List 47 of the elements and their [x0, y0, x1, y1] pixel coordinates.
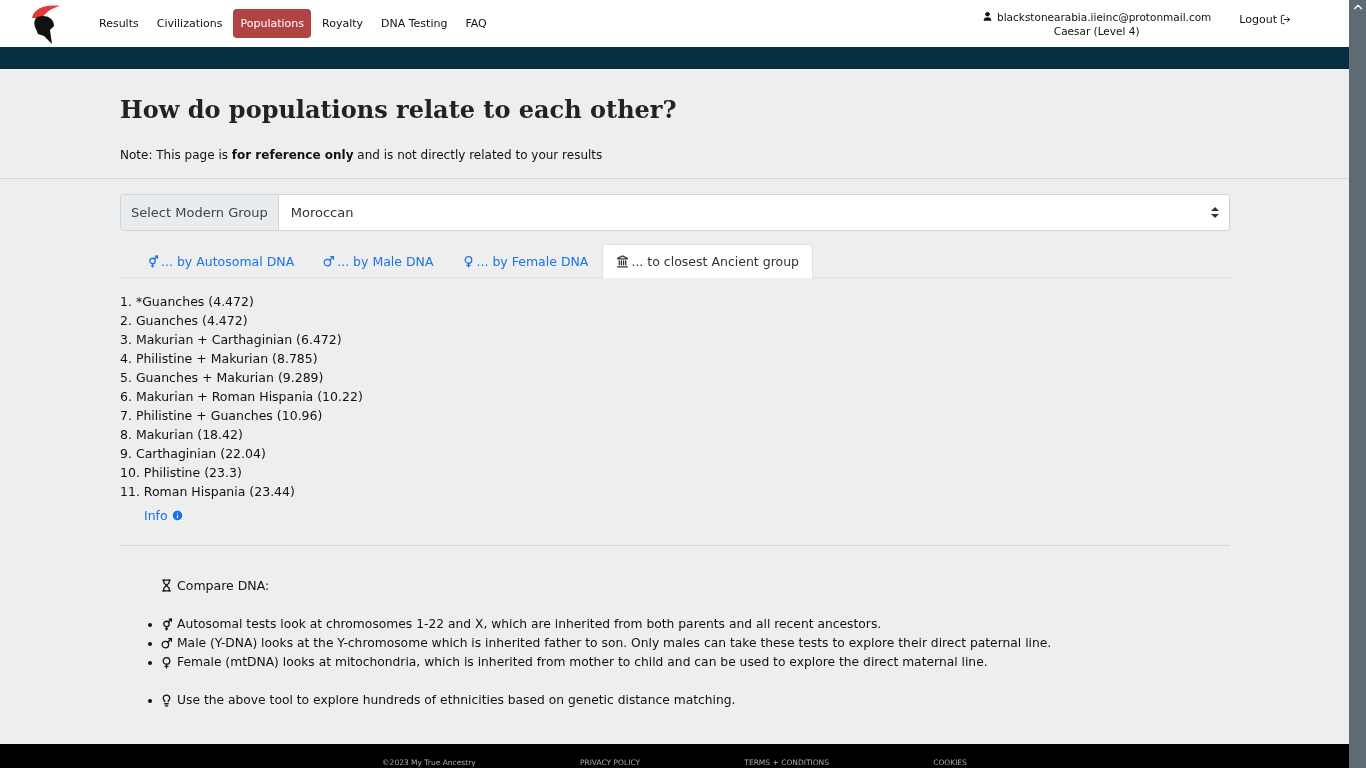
bullet-icon [148, 698, 152, 703]
result-item: 9. Carthaginian (22.04) [120, 445, 267, 463]
result-item: 10. Philistine (23.3) [120, 464, 243, 482]
landmark-icon [616, 255, 630, 268]
result-item: 4. Philistine + Makurian (8.785) [120, 350, 319, 368]
info-icon [170, 509, 184, 522]
nav-link[interactable]: Royalty [315, 9, 370, 38]
compare-text: Use the above tool to explore hundreds of ethnicities based on genetic distance matching. [177, 692, 736, 709]
logout-icon [1280, 14, 1291, 25]
user-icon [982, 11, 993, 22]
nav-link[interactable]: Civilizations [149, 9, 230, 38]
lightbulb-icon [160, 694, 173, 707]
male-female-symbol-icon [146, 255, 159, 268]
result-item: 7. Philistine + Guanches (10.96) [120, 407, 324, 425]
result-item: 11. Roman Hispania (23.44) [120, 483, 296, 501]
compare-title: Compare DNA: [177, 578, 270, 593]
tab[interactable]: ... by Male DNA [308, 244, 448, 278]
info-link[interactable]: Info [144, 508, 1230, 523]
logout-link[interactable]: Logout [1239, 13, 1291, 26]
result-item: 2. Guanches (4.472) [120, 312, 249, 330]
nav-link[interactable]: DNA Testing [374, 9, 455, 38]
male-female-symbol-icon [160, 618, 173, 631]
compare-text: Male (Y-DNA) looks at the Y-chromosome which is inherited father to son. Only males can take these tests to explore their direct paternal line. [177, 635, 1052, 652]
male-symbol-icon [160, 637, 173, 650]
note-text: Note: This page is for reference only and is not directly related to your results [120, 148, 604, 162]
bullet-icon [148, 660, 152, 665]
tab[interactable]: ... to closest Ancient group [602, 244, 814, 278]
tab[interactable]: ... by Female DNA [447, 244, 603, 278]
bullet-icon [148, 622, 152, 627]
nav-link[interactable]: Populations [233, 9, 311, 38]
male-symbol-icon [322, 255, 336, 268]
user-level: Caesar (Level 4) [1053, 24, 1140, 37]
nav-link[interactable]: Results [92, 9, 146, 38]
result-item: 6. Makurian + Roman Hispania (10.22) [120, 388, 364, 406]
female-symbol-icon [160, 656, 173, 669]
compare-text: Female (mtDNA) looks at mitochondria, which is inherited from mother to child and can be used to explore the direct maternal line. [177, 654, 988, 671]
result-item: 3. Makurian + Carthaginian (6.472) [120, 331, 343, 349]
result-item: 8. Makurian (18.42) [120, 426, 244, 444]
user-email: blackstonearabia.iieinc@protonmail.com [997, 10, 1212, 23]
page-heading: How do populations relate to each other? [120, 95, 678, 124]
nav-link[interactable]: FAQ [458, 9, 494, 38]
hourglass-icon [160, 579, 173, 592]
result-item: 5. Guanches + Makurian (9.289) [120, 369, 325, 387]
compare-text: Autosomal tests look at chromosomes 1-22 and X, which are inherited from both parents and all recent ancestors. [177, 616, 882, 633]
result-item: 1. *Guanches (4.472) [120, 293, 255, 311]
tab[interactable]: ... by Autosomal DNA [132, 244, 309, 278]
bullet-icon [148, 641, 152, 646]
